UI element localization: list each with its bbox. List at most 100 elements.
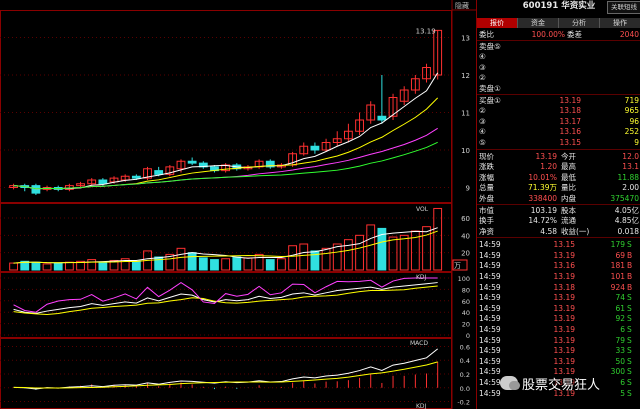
volume-bar <box>254 253 264 271</box>
tick-bs: S <box>627 240 632 250</box>
stat-value: 2.00 <box>622 183 639 193</box>
volume-bar <box>198 257 208 271</box>
volume-bar <box>422 226 431 271</box>
stat-row: 外盘 338400 内盘 375470 <box>477 194 640 204</box>
sell-label: 卖盘① <box>479 83 501 93</box>
stat-value: 0.018 <box>617 226 639 236</box>
tick-vol: 79 <box>615 335 625 345</box>
volume-bar <box>154 256 164 271</box>
tick-time: 14:59 <box>479 356 501 366</box>
stat-value: 13.19 <box>535 152 557 161</box>
price-tick-label: 13 <box>461 35 470 43</box>
tick-vol: 181 <box>610 261 625 271</box>
kdj-d-line <box>13 285 438 315</box>
tick-price: 13.19 <box>553 325 575 334</box>
tick-bs: S <box>627 293 632 303</box>
price-tick-label: 9 <box>466 185 470 193</box>
tick-row: 14:59 13.19 6 S <box>477 325 640 335</box>
stock-name: 华资实业 <box>561 1 596 11</box>
buy-row[interactable]: ⑤ 13.15 9 <box>477 138 640 148</box>
sell-row[interactable]: ③ <box>477 63 640 73</box>
kline-chart-area[interactable]: 13 12 11 10 9 13.19 60 40 20 VOL 万 100 80 60 40 20 0 KDJ 0… <box>0 0 476 409</box>
stat-label: 涨跌 <box>479 162 494 172</box>
tick-time: 14:59 <box>479 346 501 356</box>
stat-value: 14.72% <box>528 216 557 226</box>
price-tick-label: 12 <box>461 72 470 80</box>
stat-value: 10.01% <box>528 172 557 182</box>
kline-chart[interactable]: 13 12 11 10 9 13.19 60 40 20 VOL 万 100 80 60 40 20 0 KDJ 0… <box>0 0 476 409</box>
tick-bs: S <box>627 335 632 345</box>
weibi-label: 委比 <box>479 30 494 39</box>
sell-label: ② <box>479 73 486 83</box>
stat-label: 流通 <box>561 216 576 226</box>
hide-button[interactable]: 隐藏 <box>455 1 469 11</box>
stat-row: 总量 71.39万 量比 2.00 <box>477 183 640 193</box>
tick-time: 14:59 <box>479 303 501 313</box>
panel-tabs: 报价 资金 分析 操作 <box>477 18 640 29</box>
tab-operation[interactable]: 操作 <box>600 18 640 28</box>
tick-bs: S <box>627 356 632 366</box>
volume-bar <box>288 245 297 271</box>
buy-vol: 252 <box>624 127 639 137</box>
buy-row[interactable]: ② 13.18 965 <box>477 106 640 116</box>
tick-price: 13.19 <box>553 272 575 281</box>
tick-time: 14:59 <box>479 367 501 377</box>
buy-row[interactable]: ③ 13.17 96 <box>477 117 640 127</box>
tick-price: 13.19 <box>553 314 575 324</box>
macd-dif-line <box>13 348 438 390</box>
related-shortline-button[interactable]: 关联短线 <box>607 1 640 14</box>
buy-price: 13.18 <box>559 106 581 116</box>
volume-bar <box>87 259 97 271</box>
vol-unit-label: 万 <box>454 262 461 270</box>
vol-label: VOL <box>416 206 429 213</box>
tick-bs: S <box>627 378 632 387</box>
ma10-line <box>13 97 439 190</box>
watermark-text: 股票交易狂人 <box>522 377 601 393</box>
tick-row: 14:59 13.19 69 B <box>477 251 640 261</box>
stat-label: 净资 <box>479 226 494 236</box>
vol-ma5-line <box>13 227 438 264</box>
tick-bs: B <box>627 250 633 260</box>
sell-row[interactable]: ② <box>477 73 640 83</box>
tick-price: 13.19 <box>553 346 575 356</box>
kdj-tick-label: 60 <box>462 298 470 306</box>
tick-row: 14:59 13.19 79 S <box>477 336 640 346</box>
sell-row[interactable]: 卖盘⑤ <box>477 42 640 52</box>
stat-label: 内盘 <box>561 193 576 203</box>
tick-bs: B <box>627 282 633 292</box>
buy-row[interactable]: 买盘① 13.19 719 <box>477 96 640 106</box>
stat-label: 收益(一) <box>561 226 590 236</box>
candle-body <box>31 185 41 194</box>
sell-label: ④ <box>479 52 486 62</box>
stat-row: 净资 4.58 收益(一) 0.018 <box>477 227 640 237</box>
weicha-value: 2040 <box>619 30 639 39</box>
volume-bar <box>64 261 74 271</box>
volume-bar <box>366 224 376 271</box>
buy-vol: 9 <box>634 137 639 147</box>
sell-row[interactable]: ④ <box>477 52 640 62</box>
volume-bar <box>221 258 231 271</box>
tick-vol: 69 <box>615 250 625 260</box>
tick-row: 14:59 13.15 179 S <box>477 240 640 250</box>
macd-dea-line <box>13 361 438 389</box>
price-tick-label: 11 <box>461 110 470 118</box>
tick-bs: S <box>627 303 632 313</box>
tick-bs: B <box>627 272 633 281</box>
tick-vol: 6 <box>620 325 625 334</box>
quote-panel: 600191 华资实业 关联短线 报价 资金 分析 操作 委比 100.00% 委差… <box>476 0 640 409</box>
volume-bar <box>388 236 398 271</box>
wechat-icon <box>500 376 520 390</box>
sell-label: ③ <box>479 62 486 72</box>
tab-analysis[interactable]: 分析 <box>559 18 600 28</box>
tick-time: 14:59 <box>479 282 501 292</box>
buy-row[interactable]: ④ 13.16 252 <box>477 127 640 137</box>
buy-price: 13.16 <box>559 127 581 137</box>
sell-row[interactable]: 卖盘① <box>477 84 640 94</box>
candle-body <box>154 170 164 175</box>
volume-bar <box>210 259 219 271</box>
tick-row: 14:59 13.19 33 S <box>477 346 640 356</box>
tab-fund[interactable]: 资金 <box>518 18 559 28</box>
stat-row: 涨跌 1.20 最高 13.1 <box>477 162 640 172</box>
tab-quote[interactable]: 报价 <box>477 18 518 28</box>
tick-row: 14:59 13.19 74 S <box>477 293 640 303</box>
